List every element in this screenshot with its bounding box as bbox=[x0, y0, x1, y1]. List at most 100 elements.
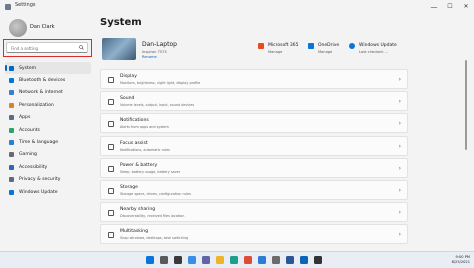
apps-icon bbox=[9, 115, 14, 121]
windows-update-icon bbox=[349, 43, 355, 49]
sidebar-item-system[interactable]: System bbox=[5, 62, 91, 75]
store-icon[interactable] bbox=[258, 256, 266, 264]
avatar[interactable] bbox=[9, 19, 27, 37]
sidebar-item-personalization[interactable]: Personalization bbox=[5, 99, 91, 111]
chevron-right-icon: › bbox=[398, 164, 401, 172]
card-subtitle: Sleep, battery usage, battery saver bbox=[120, 169, 181, 174]
microsoft365-icon bbox=[258, 43, 264, 49]
quick-link-subtitle: Manage bbox=[268, 50, 283, 54]
settings-window: Settings — ☐ ✕ Dan Clark Find a setting … bbox=[0, 0, 474, 251]
search-icon bbox=[79, 45, 84, 50]
title-bar: Settings — ☐ ✕ bbox=[0, 0, 474, 14]
widgets-icon[interactable] bbox=[188, 256, 196, 264]
edge-icon[interactable] bbox=[230, 256, 238, 264]
sidebar-item-label: System bbox=[19, 65, 37, 71]
quick-link-title: Windows Update bbox=[359, 43, 397, 48]
sidebar-item-apps[interactable]: Apps bbox=[5, 112, 91, 124]
outlook-icon[interactable] bbox=[300, 256, 308, 264]
network-icon bbox=[9, 90, 14, 96]
file-explorer-icon[interactable] bbox=[216, 256, 224, 264]
sidebar-item-gaming[interactable]: Gaming bbox=[5, 149, 91, 161]
sidebar-item-time-language[interactable]: Time & language bbox=[5, 136, 91, 148]
card-subtitle: Storage space, drives, configuration rul… bbox=[120, 191, 191, 196]
accessibility-icon bbox=[9, 164, 14, 170]
search-placeholder: Find a setting bbox=[11, 46, 39, 51]
task-view-icon[interactable] bbox=[174, 256, 182, 264]
multitasking-icon bbox=[108, 232, 114, 239]
sound-icon bbox=[108, 99, 114, 106]
power-icon bbox=[108, 165, 114, 172]
chrome-icon[interactable] bbox=[244, 256, 252, 264]
settings-app-icon bbox=[5, 4, 11, 10]
card-subtitle: Monitors, brightness, night light, displ… bbox=[120, 81, 201, 85]
card-title: Display bbox=[120, 74, 137, 79]
settings-icon[interactable] bbox=[272, 256, 280, 264]
sidebar-item-network-internet[interactable]: Network & internet bbox=[5, 87, 91, 99]
device-name: Dan-Laptop bbox=[142, 41, 177, 48]
sidebar-item-accounts[interactable]: Accounts bbox=[5, 124, 91, 136]
card-title: Multitasking bbox=[120, 229, 149, 235]
settings-card-display[interactable]: Display Monitors, brightness, night light… bbox=[100, 69, 408, 89]
chevron-right-icon: › bbox=[398, 142, 401, 150]
sidebar-item-label: Privacy & security bbox=[19, 177, 61, 183]
time-language-icon bbox=[9, 140, 14, 146]
sidebar-item-accessibility[interactable]: Accessibility bbox=[5, 161, 91, 173]
chevron-right-icon: › bbox=[398, 120, 401, 128]
minimize-button[interactable]: — bbox=[426, 1, 442, 13]
chevron-right-icon: › bbox=[398, 98, 401, 106]
sidebar-item-label: Network & internet bbox=[19, 90, 63, 96]
close-button[interactable]: ✕ bbox=[458, 1, 474, 13]
personalization-icon bbox=[9, 102, 14, 108]
card-title: Notifications bbox=[120, 118, 149, 124]
word-icon[interactable] bbox=[286, 256, 294, 264]
settings-card-notifications[interactable]: Notifications Alerts from apps and system… bbox=[100, 113, 408, 134]
sidebar-item-privacy-security[interactable]: Privacy & security bbox=[5, 174, 91, 186]
sidebar-item-label: Accessibility bbox=[19, 164, 48, 170]
settings-card-multitasking[interactable]: Multitasking Snap windows, desktops, task… bbox=[100, 224, 408, 245]
onedrive-icon bbox=[308, 43, 314, 49]
start-icon[interactable] bbox=[146, 256, 154, 264]
settings-card-storage[interactable]: Storage Storage space, drives, configurat… bbox=[100, 179, 408, 200]
clock[interactable]: 9:00 PM 8/25/2021 bbox=[452, 255, 470, 265]
sidebar-item-bluetooth-devices[interactable]: Bluetooth & devices bbox=[5, 74, 91, 86]
maximize-button[interactable]: ☐ bbox=[442, 1, 458, 13]
card-title: Power & battery bbox=[120, 162, 158, 168]
notifications-icon bbox=[108, 121, 114, 128]
card-title: Storage bbox=[120, 184, 138, 190]
sidebar-item-label: Bluetooth & devices bbox=[19, 78, 66, 84]
chevron-right-icon: › bbox=[398, 209, 401, 217]
card-subtitle: Notifications, automatic rules bbox=[120, 147, 170, 152]
terminal-icon[interactable] bbox=[314, 256, 322, 264]
rename-link[interactable]: Rename bbox=[142, 55, 157, 59]
scrollbar[interactable] bbox=[465, 60, 467, 150]
quick-link-subtitle: Last checked: ... bbox=[359, 50, 389, 54]
window-title: Settings bbox=[15, 2, 36, 8]
sidebar-item-label: Gaming bbox=[19, 152, 37, 158]
focus-assist-icon bbox=[108, 143, 114, 150]
card-subtitle: Snap windows, desktops, task switching bbox=[120, 236, 189, 241]
chevron-right-icon: › bbox=[398, 231, 401, 239]
sidebar-item-label: Windows Update bbox=[19, 189, 58, 195]
sidebar-item-label: Time & language bbox=[19, 140, 59, 146]
settings-card-focus-assist[interactable]: Focus assist Notifications, automatic rul… bbox=[100, 135, 408, 156]
storage-icon bbox=[108, 187, 114, 194]
card-title: Focus assist bbox=[120, 140, 148, 146]
search-icon[interactable] bbox=[160, 256, 168, 264]
card-title: Sound bbox=[120, 96, 135, 102]
clock-date: 8/25/2021 bbox=[451, 260, 470, 264]
shield-icon bbox=[9, 177, 14, 183]
quick-link-title: Microsoft 365 bbox=[268, 43, 299, 48]
settings-card-sound[interactable]: Sound Volume levels, output, input, sound… bbox=[100, 91, 408, 112]
display-icon bbox=[108, 77, 114, 83]
gaming-icon bbox=[9, 152, 14, 158]
settings-card-power-battery[interactable]: Power & battery Sleep, battery usage, bat… bbox=[100, 157, 408, 178]
search-input[interactable]: Find a setting bbox=[6, 42, 88, 53]
card-subtitle: Discoverability, received files location bbox=[120, 214, 185, 219]
sidebar-item-windows-update[interactable]: Windows Update bbox=[5, 186, 91, 198]
settings-cards: Display Monitors, brightness, night light… bbox=[100, 69, 408, 247]
settings-card-nearby-sharing[interactable]: Nearby sharing Discoverability, received … bbox=[100, 202, 408, 223]
chat-icon[interactable] bbox=[202, 256, 210, 264]
quick-link-subtitle: Manage bbox=[318, 50, 333, 54]
page-title: System bbox=[100, 17, 142, 28]
sidebar-nav: System Bluetooth & devices Network & inter… bbox=[5, 62, 91, 198]
